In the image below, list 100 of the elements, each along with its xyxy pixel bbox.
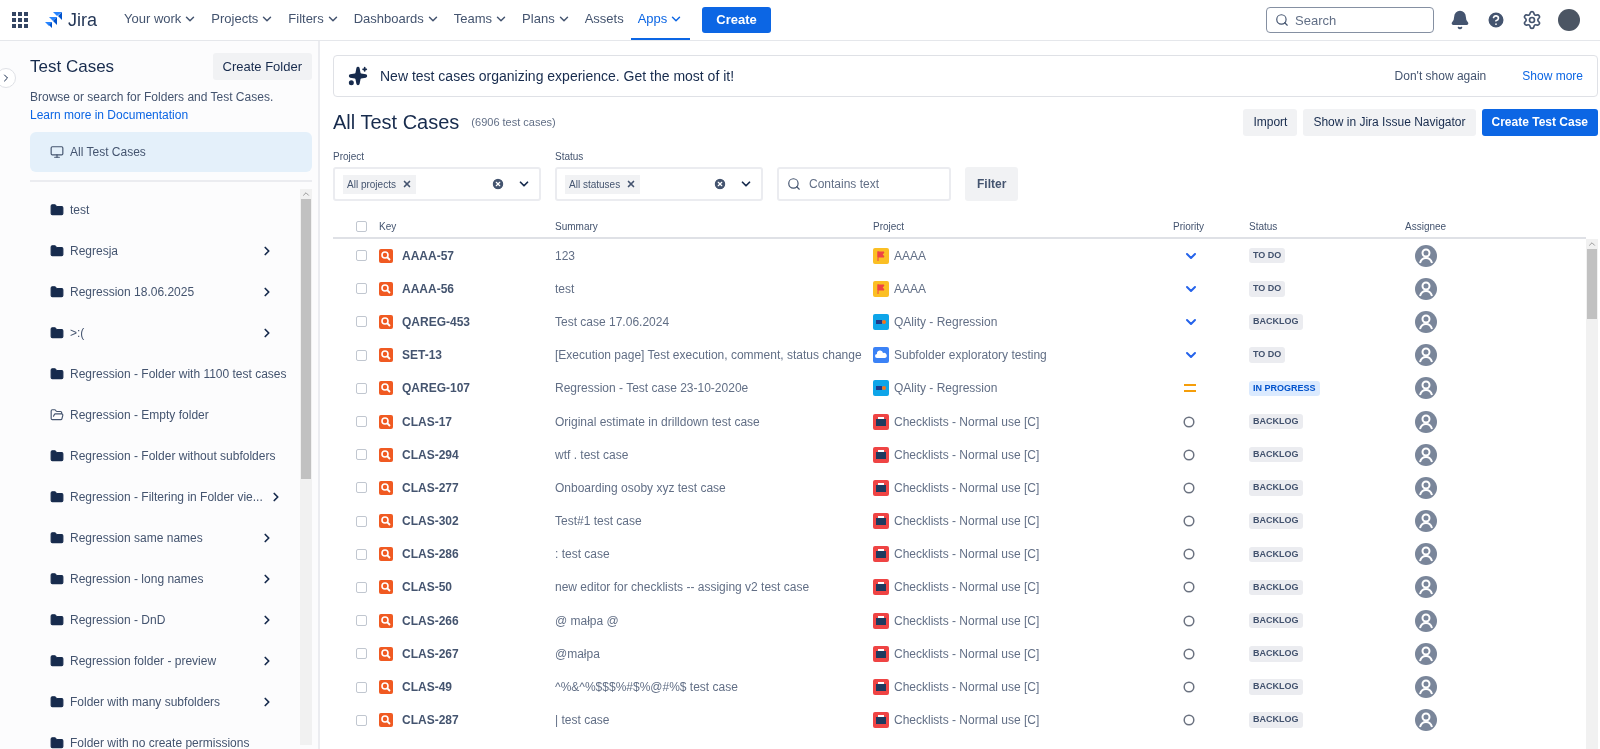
column-header[interactable]: Status bbox=[1249, 218, 1405, 234]
filter-select[interactable]: All statuses bbox=[555, 167, 763, 201]
test-case-key[interactable]: SET-13 bbox=[402, 346, 443, 365]
row-checkbox[interactable] bbox=[356, 615, 367, 627]
row-checkbox[interactable] bbox=[356, 382, 367, 394]
test-case-key[interactable]: AAAA-56 bbox=[402, 279, 454, 298]
folder-item[interactable]: Folder with many subfolders bbox=[30, 681, 300, 722]
test-case-key[interactable]: CLAS-286 bbox=[402, 545, 459, 564]
folder-item[interactable]: Regression - Empty folder bbox=[30, 394, 300, 435]
column-header[interactable]: Priority bbox=[1173, 218, 1249, 234]
project-name: Checklists - Normal use [C] bbox=[894, 679, 1040, 697]
search-field[interactable]: Search bbox=[1266, 7, 1434, 33]
folder-item[interactable]: Regression - DnD bbox=[30, 599, 300, 640]
row-checkbox[interactable] bbox=[356, 250, 367, 262]
text-search-field[interactable]: Contains text bbox=[777, 167, 951, 201]
project-name: Checklists - Normal use [C] bbox=[894, 546, 1040, 564]
filter-select[interactable]: All projects bbox=[333, 167, 541, 201]
row-checkbox[interactable] bbox=[356, 316, 367, 328]
dont-show-again-button[interactable]: Don't show again bbox=[1394, 67, 1487, 85]
folder-item[interactable]: Folder with no create permissions bbox=[30, 722, 300, 749]
filter-label: Project bbox=[333, 150, 366, 164]
create-button[interactable]: Create bbox=[702, 7, 771, 33]
summary-text: : test case bbox=[555, 546, 611, 564]
folder-item[interactable]: test bbox=[30, 189, 300, 230]
nav-menu[interactable]: Teams bbox=[446, 0, 516, 40]
folder-item[interactable]: Regression - Filtering in Folder vie... bbox=[30, 476, 300, 517]
test-case-key[interactable]: CLAS-277 bbox=[402, 478, 459, 497]
row-checkbox[interactable] bbox=[356, 482, 367, 494]
test-case-key[interactable]: CLAS-17 bbox=[402, 412, 452, 431]
logo-icon[interactable] bbox=[44, 11, 64, 29]
scroll-up-icon[interactable] bbox=[301, 189, 311, 199]
filter-label: Status bbox=[555, 150, 585, 164]
folder-item[interactable]: Regression - long names bbox=[30, 558, 300, 599]
filter-button[interactable]: Filter bbox=[965, 167, 1019, 201]
column-header[interactable]: Assignee bbox=[1405, 218, 1447, 234]
scrollbar[interactable] bbox=[300, 189, 312, 745]
row-checkbox[interactable] bbox=[356, 349, 367, 361]
test-case-key[interactable]: CLAS-266 bbox=[402, 611, 459, 630]
documentation-link[interactable]: Learn more in Documentation bbox=[30, 106, 312, 124]
all-test-cases-item[interactable]: All Test Cases bbox=[30, 132, 312, 172]
nav-menu[interactable]: Apps bbox=[630, 0, 691, 40]
test-case-key[interactable]: CLAS-267 bbox=[402, 644, 459, 663]
user-avatar-icon bbox=[1415, 642, 1437, 665]
nav-menu[interactable]: Filters bbox=[281, 0, 347, 40]
folder-item[interactable]: Regresja bbox=[30, 230, 300, 271]
scroll-up-icon[interactable] bbox=[1587, 239, 1597, 249]
folder-item[interactable]: Regression - Folder with 1100 test cases bbox=[30, 353, 300, 394]
column-header[interactable]: Summary bbox=[555, 218, 873, 234]
help-icon[interactable] bbox=[1486, 10, 1506, 30]
remove-icon[interactable] bbox=[626, 179, 637, 189]
remove-icon[interactable] bbox=[401, 179, 412, 189]
row-checkbox[interactable] bbox=[356, 515, 367, 527]
nav-menu[interactable]: Assets bbox=[577, 0, 631, 40]
expand-sidebar-button[interactable] bbox=[0, 68, 16, 88]
clear-icon[interactable] bbox=[713, 177, 727, 191]
row-checkbox[interactable] bbox=[356, 681, 367, 693]
test-case-key[interactable]: CLAS-287 bbox=[402, 711, 459, 730]
row-checkbox[interactable] bbox=[356, 283, 367, 295]
test-case-icon bbox=[379, 248, 393, 263]
banner-text: New test cases organizing experience. Get the most of it! bbox=[380, 66, 735, 86]
create-folder-button[interactable]: Create Folder bbox=[212, 53, 312, 80]
profile-avatar[interactable] bbox=[1558, 9, 1580, 31]
nav-menu[interactable]: Your work bbox=[117, 0, 205, 40]
folder-item[interactable]: Regression 18.06.2025 bbox=[30, 271, 300, 312]
toolbar-button[interactable]: Import bbox=[1243, 108, 1298, 136]
scrollbar-thumb[interactable] bbox=[1587, 249, 1597, 319]
column-header[interactable]: Project bbox=[873, 218, 1173, 234]
settings-icon[interactable] bbox=[1522, 10, 1542, 30]
test-case-key[interactable]: CLAS-50 bbox=[402, 578, 452, 597]
row-checkbox[interactable] bbox=[356, 449, 367, 461]
test-case-key[interactable]: CLAS-49 bbox=[402, 678, 452, 697]
test-case-key[interactable]: CLAS-294 bbox=[402, 445, 459, 464]
test-case-key[interactable]: QAREG-453 bbox=[402, 312, 471, 331]
test-case-key[interactable]: QAREG-107 bbox=[402, 379, 471, 398]
clear-icon[interactable] bbox=[491, 177, 505, 191]
row-checkbox[interactable] bbox=[356, 548, 367, 560]
nav-menu[interactable]: Projects bbox=[204, 0, 282, 40]
app-grid-icon[interactable] bbox=[12, 12, 28, 28]
folder-item[interactable]: Regression - Folder without subfolders bbox=[30, 435, 300, 476]
row-checkbox[interactable] bbox=[356, 714, 367, 726]
row-checkbox[interactable] bbox=[356, 581, 367, 593]
create-test-case-button[interactable]: Create Test Case bbox=[1481, 108, 1598, 136]
folder-item[interactable]: Regression same names bbox=[30, 517, 300, 558]
nav-menu[interactable]: Plans bbox=[515, 0, 578, 40]
scrollbar[interactable] bbox=[1586, 239, 1598, 749]
test-case-key[interactable]: CLAS-302 bbox=[402, 512, 459, 531]
folder-item[interactable]: Regression folder - preview bbox=[30, 640, 300, 681]
select-all-checkbox[interactable] bbox=[356, 220, 367, 232]
logo-text[interactable]: Jira bbox=[68, 6, 97, 34]
bell-icon[interactable] bbox=[1450, 10, 1470, 30]
nav-menu[interactable]: Dashboards bbox=[346, 0, 447, 40]
row-checkbox[interactable] bbox=[356, 648, 367, 660]
test-case-key[interactable]: AAAA-57 bbox=[402, 246, 454, 265]
row-checkbox[interactable] bbox=[356, 416, 367, 428]
column-header[interactable]: Key bbox=[379, 218, 555, 234]
status-lozenge: IN PROGRESS bbox=[1249, 380, 1320, 397]
show-more-link[interactable]: Show more bbox=[1522, 67, 1583, 85]
folder-item[interactable]: >:( bbox=[30, 312, 300, 353]
scrollbar-thumb[interactable] bbox=[301, 199, 311, 479]
toolbar-button[interactable]: Show in Jira Issue Navigator bbox=[1303, 108, 1476, 136]
